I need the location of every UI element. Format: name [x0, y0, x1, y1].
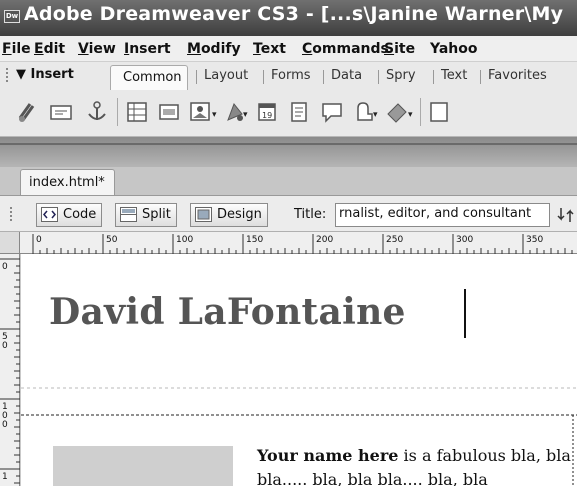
- named-anchor-icon[interactable]: [84, 98, 110, 126]
- document-tab[interactable]: index.html*: [20, 169, 115, 195]
- document-window-frame: [0, 137, 577, 167]
- document-area: index.html* Code Split Design Title: rna…: [0, 137, 577, 486]
- code-view-icon: [41, 207, 58, 222]
- menu-edit[interactable]: Edit: [34, 41, 65, 57]
- horizontal-ruler: 0 50 100 150 200 250 300 350: [20, 232, 577, 254]
- image-icon[interactable]: [188, 98, 214, 126]
- ruler-label: 0: [2, 420, 8, 430]
- tab-separator: [480, 70, 481, 84]
- ruler-corner[interactable]: [0, 232, 20, 254]
- ruler-label: 350: [526, 235, 543, 245]
- code-view-button[interactable]: Code: [36, 203, 103, 227]
- ruler-label: 100: [176, 235, 193, 245]
- script-icon[interactable]: [384, 98, 410, 126]
- intro-paragraph-name: Your name here: [257, 446, 399, 465]
- design-view-button[interactable]: Design: [190, 203, 268, 227]
- date-icon[interactable]: 19: [254, 98, 280, 126]
- icon-separator: [117, 98, 118, 126]
- ruler-label: 50: [106, 235, 118, 245]
- tab-forms[interactable]: Forms: [271, 68, 311, 83]
- ruler-label: 200: [316, 235, 333, 245]
- document-toolbar: Code Split Design Title: rnalist, editor…: [0, 195, 577, 232]
- div-icon[interactable]: [156, 98, 182, 126]
- menu-commands[interactable]: Commands: [302, 41, 389, 57]
- server-include-icon[interactable]: [286, 98, 312, 126]
- tab-separator: [196, 70, 197, 84]
- split-view-button[interactable]: Split: [115, 203, 177, 227]
- toolbar-grip[interactable]: [10, 207, 15, 221]
- split-view-icon: [120, 207, 137, 222]
- menu-site[interactable]: Site: [384, 41, 415, 57]
- ruler-label: 250: [386, 235, 403, 245]
- chevron-down-icon[interactable]: ▾: [243, 110, 248, 120]
- ruler-label: 1: [2, 472, 8, 482]
- design-canvas[interactable]: David LaFontaine Your name here is a fab…: [21, 254, 577, 486]
- menu-bar: File Edit View Insert Modify Text Commands Site…: [0, 36, 577, 62]
- file-management-icon[interactable]: [557, 205, 575, 225]
- tab-layout[interactable]: Layout: [204, 68, 248, 83]
- insert-bar-grip[interactable]: [6, 68, 11, 82]
- image-placeholder[interactable]: [53, 446, 233, 486]
- menu-file[interactable]: File: [2, 41, 31, 57]
- ruler-label: 0: [2, 341, 8, 351]
- tab-common[interactable]: Common: [110, 65, 188, 90]
- tab-separator: [433, 70, 434, 84]
- comment-icon[interactable]: [319, 98, 345, 126]
- insert-bar-tabs: ▼ Insert Common Layout Forms Data Spry Text F…: [0, 62, 577, 90]
- email-link-icon[interactable]: [48, 98, 74, 126]
- menu-yahoo[interactable]: Yahoo: [430, 41, 478, 57]
- insert-bar-toggle[interactable]: ▼ Insert: [16, 67, 74, 82]
- ruler-label: 0: [36, 235, 42, 245]
- templates-icon[interactable]: [427, 98, 453, 126]
- dreamweaver-logo-icon: Dw: [4, 10, 20, 23]
- chevron-down-icon[interactable]: ▾: [408, 110, 413, 120]
- title-bar: Dw Adobe Dreamweaver CS3 - [...s\Janine …: [0, 0, 577, 36]
- menu-insert[interactable]: Insert: [124, 41, 171, 57]
- tab-text[interactable]: Text: [441, 68, 467, 83]
- page-title-input[interactable]: rnalist, editor, and consultant: [335, 203, 550, 227]
- tab-spry[interactable]: Spry: [386, 68, 416, 83]
- tab-separator: [263, 70, 264, 84]
- chevron-down-icon[interactable]: ▾: [212, 110, 217, 120]
- icon-separator: [420, 98, 421, 126]
- ruler-label: 150: [246, 235, 263, 245]
- hyperlink-icon[interactable]: [14, 98, 40, 126]
- tab-favorites[interactable]: Favorites: [488, 68, 547, 83]
- insert-bar-icons: ▾ ▾ 19 ▾ ▾: [0, 90, 577, 136]
- intro-paragraph[interactable]: Your name here is a fabulous bla, bla bl…: [257, 444, 575, 486]
- window-title: Adobe Dreamweaver CS3 - [...s\Janine War…: [24, 3, 564, 25]
- menu-text[interactable]: Text: [253, 41, 286, 57]
- menu-view[interactable]: View: [78, 41, 116, 57]
- ruler-label: 0: [2, 262, 8, 272]
- table-icon[interactable]: [124, 98, 150, 126]
- insert-bar: ▼ Insert Common Layout Forms Data Spry Text F…: [0, 62, 577, 137]
- ruler-label: 300: [456, 235, 473, 245]
- menu-modify[interactable]: Modify: [187, 41, 241, 57]
- design-view-icon: [195, 207, 212, 222]
- tab-data[interactable]: Data: [331, 68, 362, 83]
- chevron-down-icon[interactable]: ▾: [373, 110, 378, 120]
- tab-separator: [378, 70, 379, 84]
- page-title-label: Title:: [294, 207, 327, 222]
- vertical-ruler: 0501001: [0, 254, 20, 486]
- svg-text:19: 19: [262, 111, 272, 120]
- tab-separator: [323, 70, 324, 84]
